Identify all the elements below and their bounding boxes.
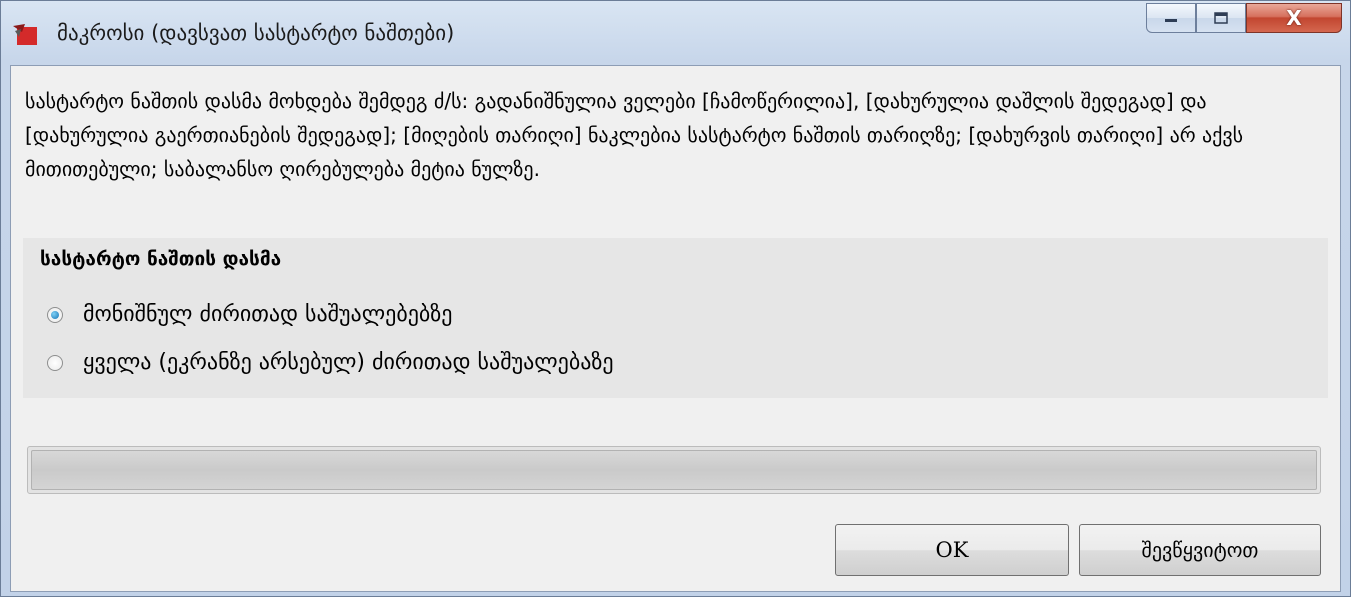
radio-all-assets[interactable]: ყველა (ეკრანზე არსებულ) ძირითად საშუალებ… (47, 350, 614, 375)
close-button[interactable]: X (1246, 3, 1342, 33)
close-icon: X (1286, 6, 1302, 30)
title-bar[interactable]: მაკროსი (დავსვათ სასტარტო ნაშთები) X (1, 1, 1350, 63)
cancel-button[interactable]: შევწყვიტოთ (1079, 524, 1321, 576)
ok-button[interactable]: OK (835, 524, 1069, 576)
minimize-button[interactable] (1146, 3, 1196, 33)
radio-dot (51, 310, 59, 319)
radio-button-checked[interactable] (47, 306, 63, 323)
caption-buttons: X (1146, 3, 1342, 35)
starting-balance-group: სასტარტო ნაშთის დასმა მონიშნულ ძირითად ს… (23, 238, 1328, 398)
radio-selected-assets[interactable]: მონიშნულ ძირითად საშუალებებზე (47, 302, 452, 327)
radio-button-unchecked[interactable] (47, 354, 63, 371)
dialog-window: მაკროსი (დავსვათ სასტარტო ნაშთები) X სას… (0, 0, 1351, 597)
maximize-icon (1214, 12, 1228, 24)
progress-bar (27, 446, 1321, 494)
window-title: მაკროსი (დავსვათ სასტარტო ნაშთები) (57, 21, 455, 45)
group-title: სასტარტო ნაშთის დასმა (40, 248, 282, 270)
dialog-client-area: სასტარტო ნაშთის დასმა მოხდება შემდეგ ძ/ს… (10, 65, 1341, 592)
progress-bar-trough (31, 450, 1317, 490)
description-text: სასტარტო ნაშთის დასმა მოხდება შემდეგ ძ/ს… (25, 89, 1244, 181)
minimize-icon (1165, 19, 1177, 22)
radio-label-all-assets: ყველა (ეკრანზე არსებულ) ძირითად საშუალებ… (83, 350, 614, 375)
maximize-button[interactable] (1196, 3, 1246, 33)
radio-label-selected-assets: მონიშნულ ძირითად საშუალებებზე (83, 302, 453, 327)
app-logo-icon (13, 24, 37, 45)
